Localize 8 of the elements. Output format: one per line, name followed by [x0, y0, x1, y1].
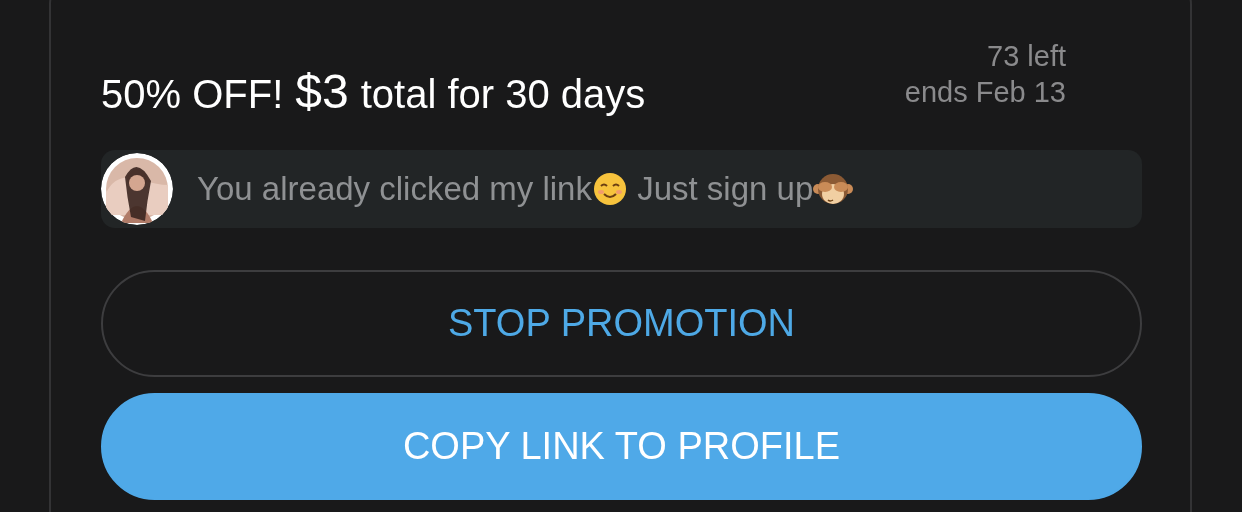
end-date: ends Feb 13	[904, 75, 1066, 110]
stop-promotion-button[interactable]: STOP PROMOTION	[101, 270, 1142, 377]
discount-text: 50% OFF!	[101, 71, 284, 118]
message-text: Just sign up	[636, 169, 814, 210]
message-text: You already clicked my link	[197, 169, 592, 210]
remaining-count: 73 left	[987, 39, 1066, 74]
price-text: $3	[295, 64, 349, 120]
duration-text: total for 30 days	[360, 71, 646, 118]
